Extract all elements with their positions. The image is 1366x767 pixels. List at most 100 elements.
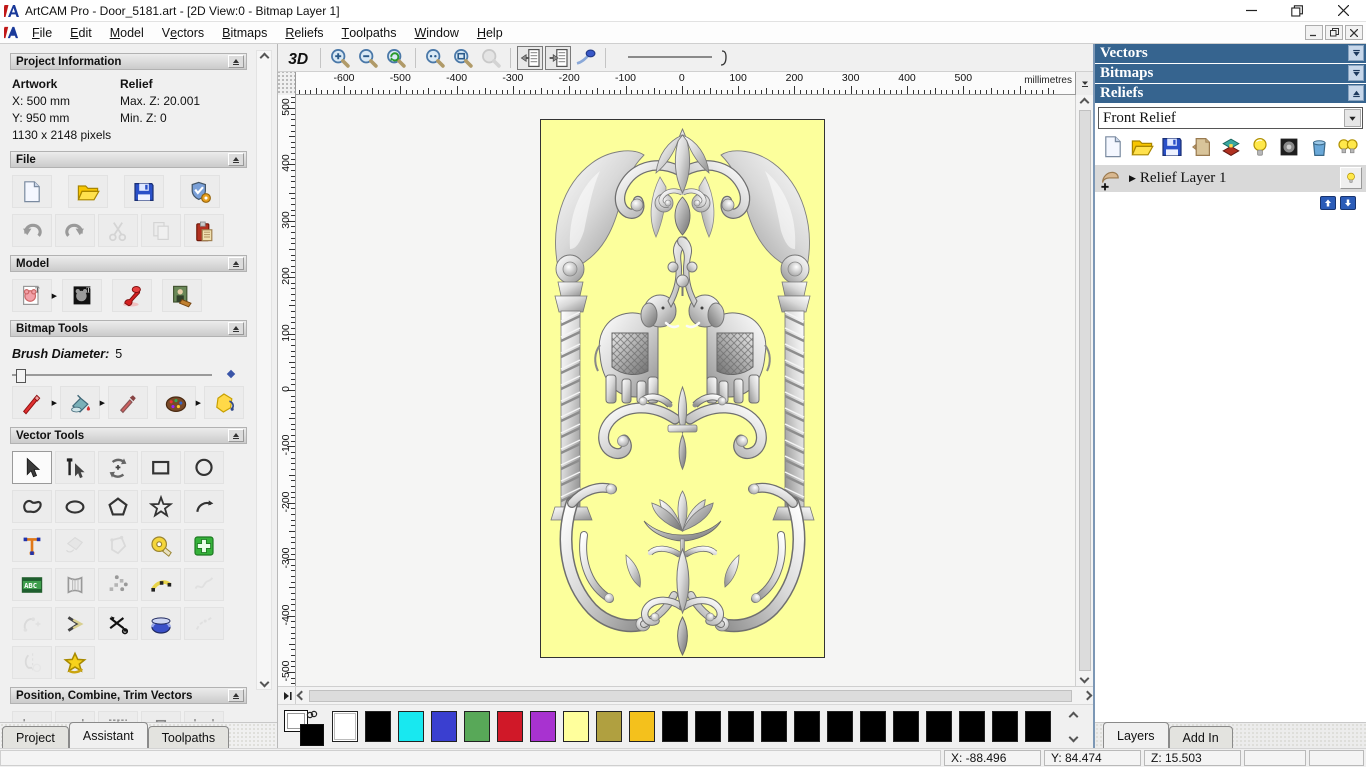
toggle-visibility-button[interactable] xyxy=(1248,135,1272,159)
undo-button[interactable] xyxy=(12,214,52,247)
palette-swatch-4[interactable] xyxy=(464,711,490,742)
node-editing-button[interactable] xyxy=(55,451,95,484)
rollup-button[interactable] xyxy=(228,257,244,270)
palette-swatch-2[interactable] xyxy=(398,711,424,742)
restore-button[interactable] xyxy=(1274,0,1320,22)
canvas-horizontal-scrollbar[interactable] xyxy=(296,687,1093,704)
brush-diameter-slider[interactable] xyxy=(12,369,236,383)
menu-edit[interactable]: Edit xyxy=(61,22,101,44)
palette-swatch-11[interactable] xyxy=(695,711,721,742)
menu-help[interactable]: Help xyxy=(468,22,512,44)
slider-thumb[interactable] xyxy=(16,369,26,383)
rollup-button[interactable] xyxy=(228,429,244,442)
create-rectangle-button[interactable] xyxy=(141,451,181,484)
set-model-size-button[interactable]: T ▶ xyxy=(12,279,57,312)
model-options-button[interactable] xyxy=(180,175,220,208)
tab-add-in[interactable]: Add In xyxy=(1168,726,1233,748)
scroll-down-icon[interactable] xyxy=(1079,673,1090,684)
scroll-up-icon[interactable] xyxy=(259,52,269,63)
zoom-object-button[interactable] xyxy=(478,46,504,70)
paint-button[interactable]: ▶ xyxy=(12,386,57,419)
move-layer-down-button[interactable] xyxy=(1340,196,1356,210)
fit-arcs-button[interactable] xyxy=(141,568,181,601)
vector-select-button[interactable] xyxy=(12,451,52,484)
palette-swatch-6[interactable] xyxy=(530,711,556,742)
ruler-units-dropdown[interactable] xyxy=(1075,72,1093,95)
save-layer-button[interactable] xyxy=(1160,135,1184,159)
palette-swatch-3[interactable] xyxy=(431,711,457,742)
clip-vectors-button[interactable] xyxy=(98,607,138,640)
menu-window[interactable]: Window xyxy=(405,22,467,44)
mirror-vectors-button[interactable] xyxy=(12,646,52,679)
tab-assistant[interactable]: Assistant xyxy=(68,722,148,748)
scroll-down-icon[interactable] xyxy=(1068,732,1078,743)
align-right-button[interactable] xyxy=(55,711,95,722)
palette-swatch-15[interactable] xyxy=(827,711,853,742)
palette-swatch-19[interactable] xyxy=(959,711,985,742)
stack-down-button[interactable] xyxy=(1348,65,1364,81)
palette-swatch-0[interactable] xyxy=(332,711,358,742)
palette-swatch-14[interactable] xyxy=(794,711,820,742)
minimize-button[interactable] xyxy=(1228,0,1274,22)
align-bottom-button[interactable] xyxy=(141,711,181,722)
align-left-button[interactable] xyxy=(12,711,52,722)
rollup-button[interactable] xyxy=(228,689,244,702)
palette-swatch-1[interactable] xyxy=(365,711,391,742)
palette-swatch-7[interactable] xyxy=(563,711,589,742)
zoom-previous-button[interactable] xyxy=(383,46,409,70)
delete-layer-button[interactable] xyxy=(1307,135,1331,159)
create-star-button[interactable] xyxy=(141,490,181,523)
tab-layers[interactable]: Layers xyxy=(1103,722,1169,748)
copy-button[interactable] xyxy=(141,214,181,247)
vector-doctor-button[interactable] xyxy=(55,646,95,679)
mdi-restore-button[interactable] xyxy=(1325,25,1343,40)
scroll-up-icon[interactable] xyxy=(1079,97,1090,108)
scroll-left-icon[interactable] xyxy=(296,690,307,701)
scroll-down-icon[interactable] xyxy=(259,677,269,688)
invert-model-button[interactable]: T xyxy=(62,279,102,312)
palette-swatch-21[interactable] xyxy=(1025,711,1051,742)
texture-button[interactable] xyxy=(162,279,202,312)
relief-artwork-bitmap[interactable] xyxy=(540,119,825,658)
zoom-fit-button[interactable] xyxy=(450,46,476,70)
palette-button[interactable]: ▶ xyxy=(156,386,201,419)
palette-swatch-17[interactable] xyxy=(893,711,919,742)
palette-swatch-5[interactable] xyxy=(497,711,523,742)
merge-layers-button[interactable] xyxy=(1219,135,1243,159)
scrollbar-thumb[interactable] xyxy=(309,689,1072,702)
stack-up-button[interactable] xyxy=(1348,85,1364,101)
redo-button[interactable] xyxy=(55,214,95,247)
envelope-button[interactable] xyxy=(55,568,95,601)
palette-scrollbar[interactable] xyxy=(1064,709,1082,745)
menu-vectors[interactable]: Ve ctors xyxy=(153,22,213,44)
close-button[interactable] xyxy=(1320,0,1366,22)
create-polygon-button[interactable] xyxy=(98,490,138,523)
zoom-in-button[interactable] xyxy=(327,46,353,70)
palette-swatch-18[interactable] xyxy=(926,711,952,742)
canvas-corner-button[interactable] xyxy=(278,687,296,704)
greyscale-view-button[interactable] xyxy=(1277,135,1301,159)
menu-model[interactable]: Model xyxy=(101,22,153,44)
palette-swatch-8[interactable] xyxy=(596,711,622,742)
scrollbar-thumb[interactable] xyxy=(1078,110,1091,671)
palette-swatch-13[interactable] xyxy=(761,711,787,742)
primary-secondary-colours[interactable] xyxy=(284,710,330,746)
new-model-button[interactable] xyxy=(12,175,52,208)
stack-header-bitmaps[interactable]: Bitmaps xyxy=(1095,64,1366,83)
flood-fill-button[interactable]: ▶ xyxy=(60,386,105,419)
copy-vector-button[interactable] xyxy=(545,45,571,70)
expand-arrow-icon[interactable]: ▶ xyxy=(1129,173,1136,184)
pick-colour-button[interactable] xyxy=(108,386,148,419)
wrap-vectors-button[interactable] xyxy=(55,529,95,562)
rollup-button[interactable] xyxy=(228,153,244,166)
reduce-colours-button[interactable] xyxy=(204,386,244,419)
relief-layer-item[interactable]: ▶ Relief Layer 1 xyxy=(1095,165,1366,192)
paste-relief-button[interactable] xyxy=(1189,135,1213,159)
sculpting-button[interactable] xyxy=(141,607,181,640)
block-model-button[interactable] xyxy=(184,529,224,562)
create-ellipse-button[interactable] xyxy=(55,490,95,523)
mdi-minimize-button[interactable] xyxy=(1305,25,1323,40)
lighting-button[interactable] xyxy=(112,279,152,312)
toggle-all-visibility-button[interactable] xyxy=(1336,135,1360,159)
simplify-button[interactable] xyxy=(184,568,224,601)
